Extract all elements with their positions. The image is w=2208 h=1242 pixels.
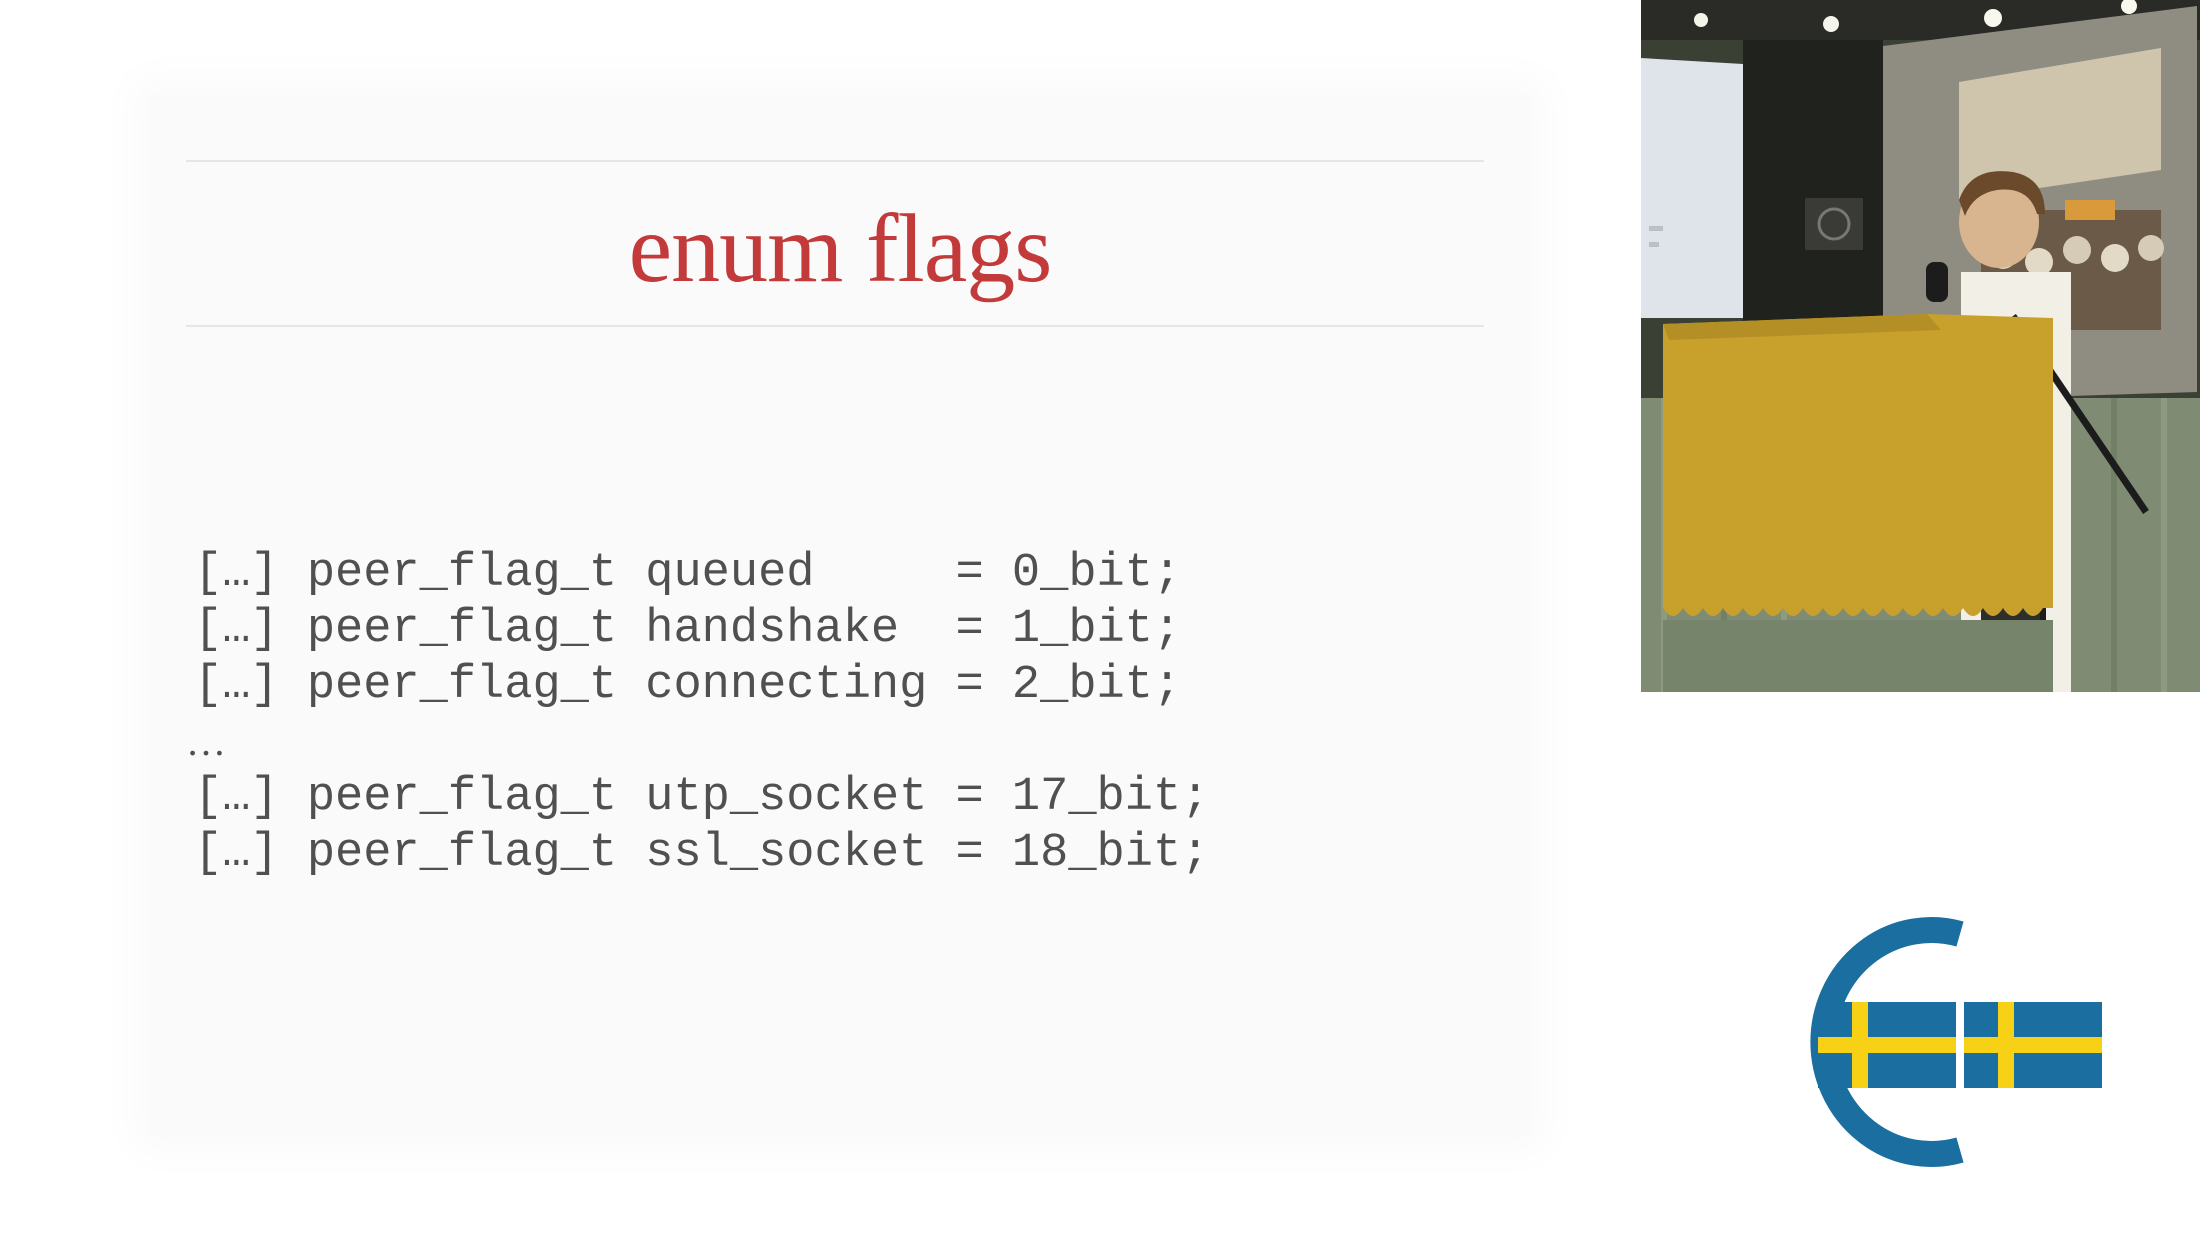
speaker-camera-image: [1641, 0, 2200, 692]
conference-logo-icon: [1752, 910, 2112, 1180]
code-line: […] peer_flag_t handshake = 1_bit;: [194, 603, 1182, 656]
code-line: […] peer_flag_t connecting = 2_bit;: [194, 659, 1182, 712]
title-rule-bottom: [186, 325, 1484, 327]
code-ellipsis: …: [186, 719, 226, 764]
code-line: […] peer_flag_t queued = 0_bit;: [194, 547, 1182, 600]
code-block: […] peer_flag_t queued = 0_bit; […] peer…: [186, 546, 1210, 882]
slide-title: enum flags: [628, 195, 1053, 303]
speaker-camera-inset: [1641, 0, 2200, 692]
presentation-slide: enum flags […] peer_flag_t queued = 0_bi…: [150, 96, 1530, 1134]
title-rule-top: [186, 160, 1484, 162]
code-line: […] peer_flag_t utp_socket = 17_bit;: [194, 771, 1210, 824]
code-line: […] peer_flag_t ssl_socket = 18_bit;: [194, 827, 1210, 880]
video-frame: enum flags […] peer_flag_t queued = 0_bi…: [0, 0, 2208, 1242]
